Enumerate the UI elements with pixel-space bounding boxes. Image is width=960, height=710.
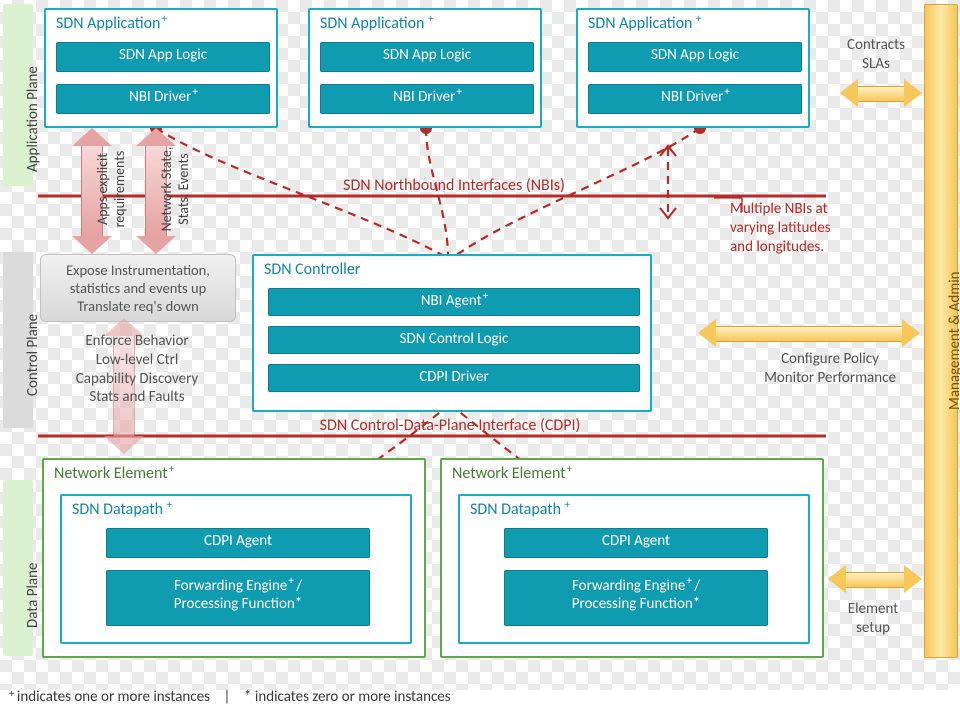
footer-plus: indicates one or more instances xyxy=(17,688,210,706)
engine-1-line1: Forwarding Engine xyxy=(174,577,287,595)
element-setup-label: Element setup xyxy=(828,600,918,638)
enforce-note: Enforce Behavior Low-level Ctrl Capabili… xyxy=(44,332,230,407)
sdn-datapath-2: SDN Datapath + CDPI Agent Forwarding Eng… xyxy=(458,494,810,644)
engine-2-line2: Processing Function* xyxy=(572,595,701,613)
footer-sep: | xyxy=(224,688,231,706)
nbi-interface-label: SDN Northbound Interfaces (NBIs) xyxy=(284,176,624,196)
arrow-policy xyxy=(700,322,918,344)
network-element-2-title-text: Network Element xyxy=(452,464,566,483)
sdn-controller: SDN Controller NBI Agent+ SDN Control Lo… xyxy=(252,254,652,412)
sdn-datapath-1-title: SDN Datapath + xyxy=(72,500,171,519)
network-element-1: Network Element+ SDN Datapath + CDPI Age… xyxy=(42,458,426,658)
network-element-1-title: Network Element+ xyxy=(54,464,173,483)
cdpi-interface-label: SDN Control-Data-Plane Interface (CDPI) xyxy=(240,416,660,436)
sdn-datapath-2-title: SDN Datapath + xyxy=(470,500,569,519)
nbi-agent: NBI Agent+ xyxy=(268,288,640,316)
sdn-datapath-1-title-text: SDN Datapath xyxy=(72,500,163,519)
arrow-apps-down-label: Apps explicit requirements xyxy=(94,134,128,244)
plane-ctrl-label: Control Plane xyxy=(24,314,42,396)
footer-legend: + indicates one or more instances | * in… xyxy=(8,688,451,706)
sdn-app-1-logic: SDN App Logic xyxy=(56,42,270,72)
arrow-state-up-label: Network State, Stats, Events xyxy=(158,134,192,244)
sdn-app-2-title-text: SDN Application xyxy=(320,14,424,33)
engine-2-line1: Forwarding Engine xyxy=(572,577,685,595)
sdn-app-2-logic: SDN App Logic xyxy=(320,42,534,72)
engine-2: Forwarding Engine+ / Processing Function… xyxy=(504,570,768,626)
sdn-app-3-title-text: SDN Application xyxy=(588,14,692,33)
cdpi-driver: CDPI Driver xyxy=(268,364,640,392)
network-element-1-title-text: Network Element xyxy=(54,464,168,483)
sdn-app-3-title: SDN Application + xyxy=(588,14,700,33)
sdn-control-logic: SDN Control Logic xyxy=(268,326,640,354)
arrow-contracts xyxy=(842,82,920,104)
sdn-controller-title: SDN Controller xyxy=(264,260,360,279)
sdn-app-1: SDN Application+ SDN App Logic NBI Drive… xyxy=(44,8,278,128)
footer-star: * indicates zero or more instances xyxy=(244,688,451,706)
sdn-app-1-nbi: NBI Driver+ xyxy=(56,84,270,114)
engine-1: Forwarding Engine+ / Processing Function… xyxy=(106,570,370,626)
plane-data-label: Data Plane xyxy=(24,563,42,628)
sdn-app-2-nbi: NBI Driver+ xyxy=(320,84,534,114)
network-element-2-title: Network Element+ xyxy=(452,464,571,483)
sdn-app-2-title: SDN Application + xyxy=(320,14,432,33)
sdn-datapath-1: SDN Datapath + CDPI Agent Forwarding Eng… xyxy=(60,494,412,644)
sdn-app-2: SDN Application + SDN App Logic NBI Driv… xyxy=(308,8,542,128)
arrow-element-setup xyxy=(830,568,920,590)
sdn-app-3-nbi-text: NBI Driver xyxy=(661,88,723,106)
sdn-app-3-logic: SDN App Logic xyxy=(588,42,802,72)
sdn-app-1-title: SDN Application+ xyxy=(56,14,166,33)
contracts-label: Contracts SLAs xyxy=(832,36,920,74)
sdn-app-1-nbi-text: NBI Driver xyxy=(129,88,191,106)
nbi-agent-text: NBI Agent xyxy=(421,292,482,310)
cdpi-agent-2: CDPI Agent xyxy=(504,528,768,558)
multiple-nbis-note: Multiple NBIs at varying latitudes and l… xyxy=(730,200,890,256)
sdn-app-1-title-text: SDN Application xyxy=(56,14,160,33)
network-element-2: Network Element+ SDN Datapath + CDPI Age… xyxy=(440,458,824,658)
cdpi-agent-1: CDPI Agent xyxy=(106,528,370,558)
engine-1-line2: Processing Function* xyxy=(174,595,303,613)
expose-callout: Expose Instrumentation, statistics and e… xyxy=(40,254,236,322)
sdn-app-3-nbi: NBI Driver+ xyxy=(588,84,802,114)
policy-label: Configure Policy Monitor Performance xyxy=(740,350,920,388)
mgmt-label: Management & Admin xyxy=(946,271,960,410)
sdn-app-2-nbi-text: NBI Driver xyxy=(393,88,455,106)
sdn-datapath-2-title-text: SDN Datapath xyxy=(470,500,561,519)
plane-app-label: Application Plane xyxy=(24,66,42,172)
sdn-app-3: SDN Application + SDN App Logic NBI Driv… xyxy=(576,8,810,128)
